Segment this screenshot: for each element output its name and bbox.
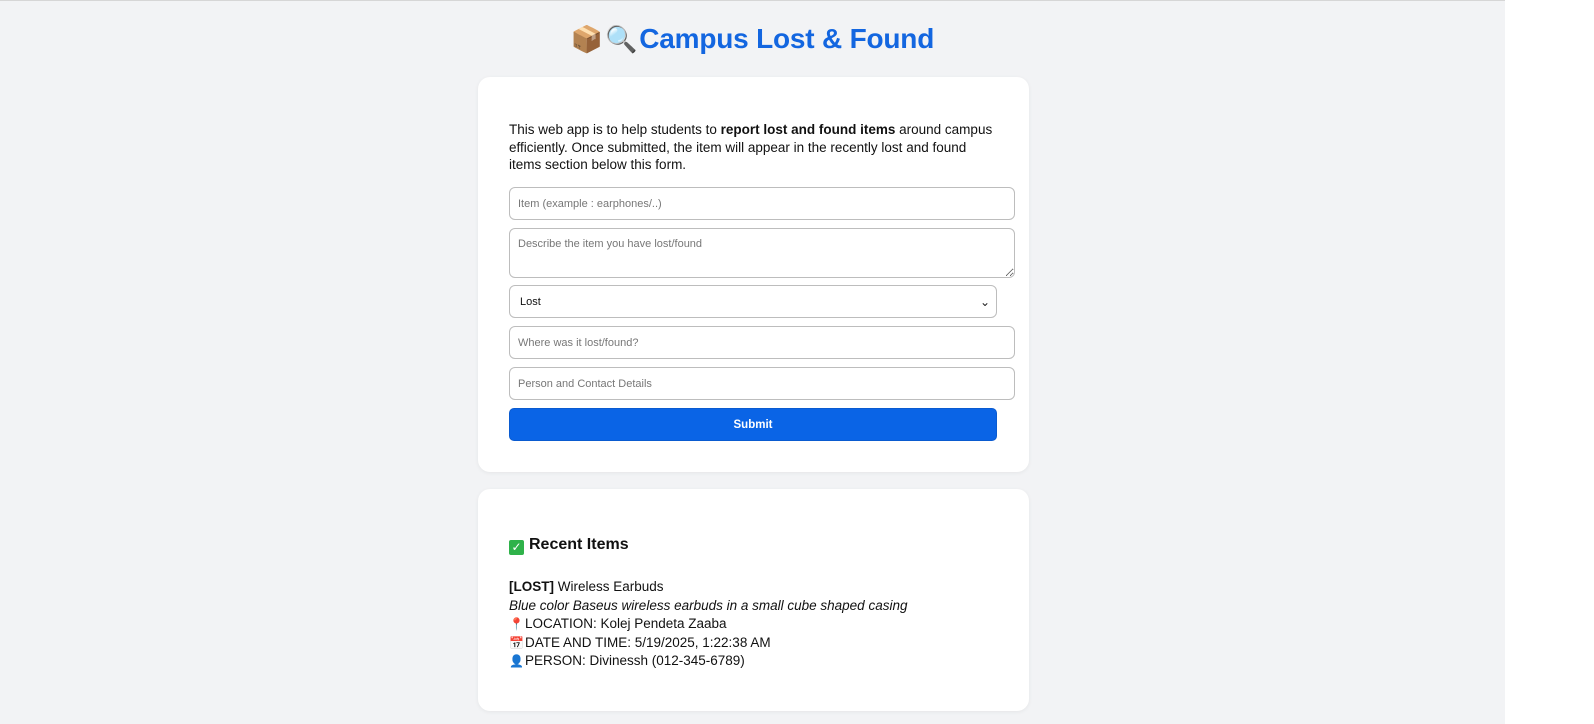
list-item: [LOST] Wireless Earbuds Blue color Baseu… xyxy=(509,578,907,671)
recent-items-card: ✓ Recent Items [LOST] Wireless Earbuds Bl… xyxy=(478,489,1029,711)
item-location-line: 📍LOCATION: Kolej Pendeta Zaaba xyxy=(509,615,907,634)
item-location: LOCATION: Kolej Pendeta Zaaba xyxy=(524,616,727,631)
item-status-tag: [LOST] xyxy=(509,579,554,594)
location-input[interactable] xyxy=(509,326,1015,359)
intro-text: This web app is to help students to repo… xyxy=(509,121,999,174)
contact-input[interactable] xyxy=(509,367,1015,400)
report-form-card: This web app is to help students to repo… xyxy=(478,77,1029,472)
recent-items-heading: ✓ Recent Items xyxy=(509,536,629,555)
check-mark-icon: ✓ xyxy=(509,540,524,555)
intro-text-start: This web app is to help students to xyxy=(509,122,721,137)
page-title-text: Campus Lost & Found xyxy=(639,23,935,54)
item-person-line: 👤PERSON: Divinessh (012-345-6789) xyxy=(509,652,907,671)
chevron-down-icon: ⌄ xyxy=(979,294,990,309)
submit-button[interactable]: Submit xyxy=(509,408,997,441)
item-datetime: DATE AND TIME: 5/19/2025, 1:22:38 AM xyxy=(524,634,771,650)
item-title-line: [LOST] Wireless Earbuds xyxy=(509,578,907,597)
page-title: 📦🔍Campus Lost & Found xyxy=(0,23,1505,55)
item-input[interactable] xyxy=(509,187,1015,220)
page-background: 📦🔍Campus Lost & Found This web app is to… xyxy=(0,0,1505,724)
magnifier-icon: 🔍 xyxy=(605,24,638,54)
status-select-value: Lost xyxy=(520,295,541,308)
item-description: Blue color Baseus wireless earbuds in a … xyxy=(509,597,908,613)
calendar-icon: 📅 xyxy=(509,635,524,650)
item-person: PERSON: Divinessh (012-345-6789) xyxy=(524,653,745,668)
package-icon: 📦 xyxy=(570,24,604,54)
description-textarea[interactable] xyxy=(509,228,1015,278)
status-select[interactable]: Lost ⌄ xyxy=(509,285,997,318)
pin-icon: 📍 xyxy=(509,617,524,631)
submit-button-label: Submit xyxy=(733,418,773,431)
person-icon: 👤 xyxy=(509,654,524,668)
item-datetime-line: 📅DATE AND TIME: 5/19/2025, 1:22:38 AM xyxy=(509,634,907,653)
intro-text-bold: report lost and found items xyxy=(720,122,896,137)
item-name: Wireless Earbuds xyxy=(554,579,664,594)
recent-items-heading-text: Recent Items xyxy=(529,536,629,553)
